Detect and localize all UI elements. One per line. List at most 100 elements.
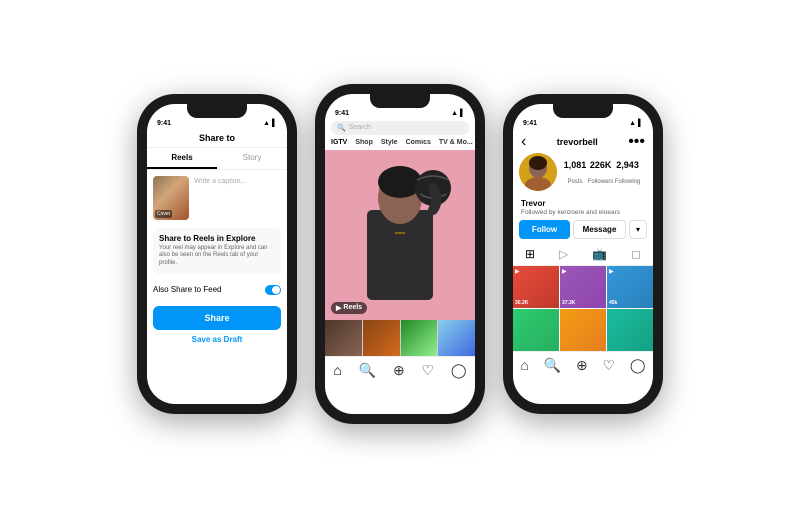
- profile-info-row: 1,081 Posts 226K Followers 2,943 Followi…: [513, 153, 653, 199]
- nav-home-2[interactable]: ⌂: [333, 362, 341, 378]
- category-shop[interactable]: Shop: [355, 139, 373, 146]
- stat-following-label: Following: [615, 179, 640, 185]
- nav-plus-2[interactable]: ⊕: [393, 362, 405, 379]
- tabs-container: Reels Story: [147, 148, 287, 170]
- nav-search-3[interactable]: 🔍: [544, 357, 561, 374]
- profile-name: Trevor: [513, 199, 653, 209]
- reel-grid-item-2[interactable]: [363, 320, 400, 356]
- time-1: 9:41: [157, 120, 171, 127]
- category-comics[interactable]: Comics: [406, 139, 431, 146]
- nav-heart-2[interactable]: ♡: [421, 362, 434, 379]
- profile-grid: ▶ 30.2K ▶ 37.3K ▶ 45k: [513, 266, 653, 351]
- status-icons-3: ▲ ▌: [629, 120, 643, 127]
- notch-1: [187, 104, 247, 118]
- profile-grid-item-1[interactable]: ▶ 30.2K: [513, 266, 559, 308]
- profile-tabs: ⊞ ▷ 📺 ◻: [513, 243, 653, 266]
- main-reel: ▶ Reels: [325, 150, 475, 320]
- nav-person-3[interactable]: ◯: [630, 357, 646, 374]
- share-option-explore: Share to Reels in Explore Your reel may …: [153, 228, 281, 274]
- profile-username: trevorbell: [557, 137, 598, 147]
- search-icon: 🔍: [337, 124, 346, 132]
- share-option-title: Share to Reels in Explore: [159, 234, 275, 243]
- nav-plus-3[interactable]: ⊕: [576, 357, 588, 374]
- save-draft-button[interactable]: Save as Draft: [153, 330, 281, 349]
- more-icon[interactable]: •••: [628, 133, 645, 151]
- status-icons-2: ▲ ▌: [451, 110, 465, 117]
- profile-grid-item-3[interactable]: ▶ 45k: [607, 266, 653, 308]
- grid-count-1: 30.2K: [515, 300, 528, 306]
- profile-header: ‹ trevorbell •••: [513, 129, 653, 153]
- message-button[interactable]: Message: [573, 220, 626, 239]
- also-share-row: Also Share to Feed: [153, 280, 281, 300]
- also-share-toggle[interactable]: [265, 285, 281, 295]
- battery-2: ▌: [460, 110, 465, 117]
- nav-heart-3[interactable]: ♡: [602, 357, 615, 374]
- reel-grid-item-1[interactable]: [325, 320, 362, 356]
- tab-story[interactable]: Story: [217, 148, 287, 169]
- share-header: Share to: [147, 129, 287, 148]
- reel-grid-item-3[interactable]: [401, 320, 438, 356]
- profile-stats: 1,081 Posts 226K Followers 2,943 Followi…: [557, 156, 647, 192]
- profile-grid-item-2[interactable]: ▶ 37.3K: [560, 266, 606, 308]
- phones-container: 9:41 ▲ ▌ Share to Reels Story Write a ca…: [117, 64, 683, 444]
- also-share-label: Also Share to Feed: [153, 285, 221, 294]
- nav-person-2[interactable]: ◯: [451, 362, 467, 379]
- battery-3: ▌: [638, 120, 643, 127]
- profile-grid-item-4[interactable]: [513, 309, 559, 351]
- share-content: Write a caption... Share to Reels in Exp…: [147, 170, 287, 355]
- grid-count-3: 45k: [609, 300, 617, 306]
- stat-posts: 1,081 Posts: [564, 160, 587, 188]
- phone-share-screen: 9:41 ▲ ▌ Share to Reels Story Write a ca…: [147, 104, 287, 404]
- phone-share: 9:41 ▲ ▌ Share to Reels Story Write a ca…: [137, 94, 297, 414]
- stat-followers-label: Followers: [588, 179, 614, 185]
- search-bar[interactable]: 🔍 Search: [331, 121, 469, 135]
- share-button[interactable]: Share: [153, 306, 281, 330]
- phone-feed: 9:41 ▲ ▌ 🔍 Search IGTV Shop Style Comics…: [315, 84, 485, 424]
- profile-tab-tagged[interactable]: ◻: [631, 247, 641, 261]
- search-placeholder: Search: [349, 124, 371, 131]
- tab-reels[interactable]: Reels: [147, 148, 217, 169]
- back-icon[interactable]: ‹: [521, 133, 526, 151]
- stat-posts-label: Posts: [567, 179, 582, 185]
- follow-button[interactable]: Follow: [519, 220, 570, 239]
- profile-tab-grid[interactable]: ⊞: [525, 247, 535, 261]
- stat-following: 2,943 Following: [615, 160, 640, 188]
- profile-buttons: Follow Message ▾: [513, 220, 653, 243]
- nav-search-2[interactable]: 🔍: [359, 362, 376, 379]
- stat-posts-num: 1,081: [564, 160, 587, 170]
- caption-input[interactable]: Write a caption...: [194, 176, 281, 220]
- play-icon-1: ▶: [515, 268, 520, 275]
- preview-thumbnail: [153, 176, 189, 220]
- categories-bar: IGTV Shop Style Comics TV & Mo...: [325, 139, 475, 150]
- phone-feed-screen: 9:41 ▲ ▌ 🔍 Search IGTV Shop Style Comics…: [325, 94, 475, 414]
- avatar-svg: [519, 153, 557, 191]
- profile-tab-reels[interactable]: ▷: [559, 247, 568, 261]
- category-style[interactable]: Style: [381, 139, 398, 146]
- profile-grid-item-5[interactable]: [560, 309, 606, 351]
- status-icons-1: ▲ ▌: [263, 120, 277, 127]
- reel-grid: [325, 320, 475, 356]
- share-preview: Write a caption...: [153, 176, 281, 220]
- stat-followers: 226K Followers: [588, 160, 614, 188]
- category-igtv[interactable]: IGTV: [331, 139, 347, 146]
- play-icon-2: ▶: [562, 268, 567, 275]
- time-3: 9:41: [523, 120, 537, 127]
- profile-tab-tv[interactable]: 📺: [592, 247, 607, 261]
- toggle-circle: [272, 286, 280, 294]
- signal-1: ▲: [263, 120, 270, 127]
- dropdown-button[interactable]: ▾: [629, 220, 647, 239]
- signal-3: ▲: [629, 120, 636, 127]
- reel-grid-item-4[interactable]: [438, 320, 475, 356]
- category-tv[interactable]: TV & Mo...: [439, 139, 473, 146]
- reel-label: ▶ Reels: [331, 302, 367, 314]
- stat-followers-num: 226K: [588, 160, 614, 170]
- share-option-desc: Your reel may appear in Explore and can …: [159, 245, 275, 268]
- phone-profile: 9:41 ▲ ▌ ‹ trevorbell •••: [503, 94, 663, 414]
- profile-grid-item-6[interactable]: [607, 309, 653, 351]
- play-icon-3: ▶: [609, 268, 614, 275]
- time-2: 9:41: [335, 110, 349, 117]
- stat-following-num: 2,943: [615, 160, 640, 170]
- bottom-nav-2: ⌂ 🔍 ⊕ ♡ ◯: [325, 356, 475, 384]
- followed-by: Followed by kenzoere and eloears: [513, 209, 653, 220]
- nav-home-3[interactable]: ⌂: [520, 357, 528, 373]
